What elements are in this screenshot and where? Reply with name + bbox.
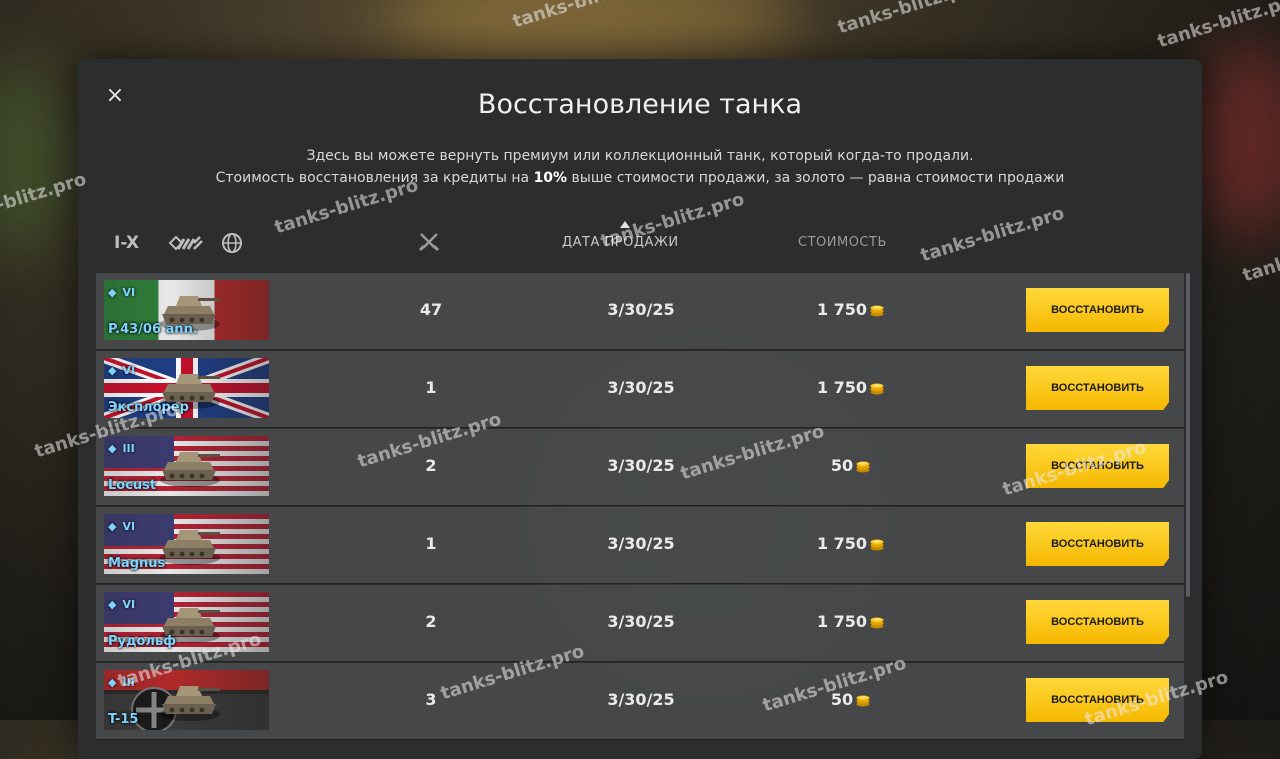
- restore-price: 1 750: [786, 378, 916, 397]
- tank-row[interactable]: ◆ VI P.43/06 ann. 47 3/30/25 1 750 ВОССТА…: [96, 273, 1184, 350]
- tank-thumbnail: ◆ VI Magnus: [104, 514, 269, 574]
- battles-count: 2: [425, 456, 437, 475]
- restore-button[interactable]: ВОССТАНОВИТЬ: [1026, 678, 1169, 722]
- restore-button[interactable]: ВОССТАНОВИТЬ: [1026, 444, 1169, 488]
- tank-name: Magnus: [108, 556, 166, 571]
- sort-up-icon[interactable]: [620, 220, 630, 228]
- dialog-title: Восстановление танка: [477, 89, 803, 120]
- tank-row[interactable]: ◆ III T-15 3 3/30/25 50 ВОССТАНОВИТЬ: [96, 663, 1184, 740]
- premium-icon: ◆: [108, 286, 117, 299]
- gold-coins-icon: [870, 539, 884, 551]
- gold-coins-icon: [856, 695, 870, 707]
- gold-coins-icon: [870, 383, 884, 395]
- percent-highlight: 10%: [533, 170, 568, 186]
- restore-button[interactable]: ВОССТАНОВИТЬ: [1026, 288, 1169, 332]
- sale-date: 3/30/25: [607, 612, 675, 631]
- restore-button[interactable]: ВОССТАНОВИТЬ: [1026, 522, 1169, 566]
- gold-coins-icon: [856, 461, 870, 473]
- tank-thumbnail: ◆ VI Рудольф: [104, 592, 269, 652]
- restore-price: 1 750: [786, 534, 916, 553]
- premium-icon: ◆: [108, 442, 117, 455]
- restore-button[interactable]: ВОССТАНОВИТЬ: [1026, 366, 1169, 410]
- watermark: tanks-blitz.pro: [835, 0, 984, 39]
- tank-row[interactable]: ◆ VI Эксплорер 1 3/30/25 1 750 ВОССТАНОВИ…: [96, 351, 1184, 428]
- gold-coins-icon: [870, 305, 884, 317]
- tier-badge: ◆ VI: [108, 286, 136, 299]
- premium-icon: ◆: [108, 598, 117, 611]
- sale-date: 3/30/25: [607, 456, 675, 475]
- tank-row[interactable]: ◆ VI Magnus 1 3/30/25 1 750 ВОССТАНОВИТЬ: [96, 507, 1184, 584]
- tank-icon: [160, 686, 220, 721]
- tank-name: P.43/06 ann.: [108, 322, 198, 337]
- sale-date: 3/30/25: [607, 534, 675, 553]
- restore-price: 1 750: [786, 612, 916, 631]
- tier-filter[interactable]: I-X: [114, 233, 154, 253]
- restore-price: 50: [786, 690, 916, 709]
- column-header-date[interactable]: ДАТА ПРОДАЖИ: [562, 235, 679, 250]
- gold-coins-icon: [870, 617, 884, 629]
- battles-count: 47: [419, 300, 443, 319]
- battles-count: 1: [425, 378, 437, 397]
- tank-thumbnail: ◆ III T-15: [104, 670, 269, 730]
- column-header-price[interactable]: СТОИМОСТЬ: [798, 235, 887, 250]
- tier-badge: ◆ III: [108, 442, 135, 455]
- description-line-1: Здесь вы можете вернуть премиум или колл…: [306, 148, 974, 164]
- battles-count: 2: [425, 612, 437, 631]
- restore-price: 1 750: [786, 300, 916, 319]
- description-line-2: Стоимость восстановления за кредиты на 1…: [215, 170, 1065, 186]
- premium-icon: ◆: [108, 520, 117, 533]
- tank-thumbnail: ◆ VI P.43/06 ann.: [104, 280, 269, 340]
- tier-badge: ◆ VI: [108, 520, 136, 533]
- restore-tank-dialog: × Восстановление танка Здесь вы можете в…: [78, 59, 1202, 759]
- filter-bar: I-X: [114, 231, 244, 255]
- tank-icon: [160, 452, 220, 487]
- tier-badge: ◆ III: [108, 676, 135, 689]
- battles-count: 1: [425, 534, 437, 553]
- globe-icon[interactable]: [220, 231, 244, 255]
- tank-name: Эксплорер: [108, 400, 189, 415]
- tier-badge: ◆ VI: [108, 598, 136, 611]
- battles-count: 3: [425, 690, 437, 709]
- premium-icon: ◆: [108, 364, 117, 377]
- premium-icon: ◆: [108, 676, 117, 689]
- restore-button[interactable]: ВОССТАНОВИТЬ: [1026, 600, 1169, 644]
- tank-list: ◆ VI P.43/06 ann. 47 3/30/25 1 750 ВОССТА…: [96, 273, 1184, 741]
- sale-date: 3/30/25: [607, 690, 675, 709]
- dialog-description: Здесь вы можете вернуть премиум или колл…: [78, 145, 1202, 189]
- tank-thumbnail: ◆ VI Эксплорер: [104, 358, 269, 418]
- tank-row[interactable]: ◆ III Locust 2 3/30/25 50 ВОССТАНОВИТЬ: [96, 429, 1184, 506]
- tank-name: Locust: [108, 478, 157, 493]
- background-blob: [1190, 40, 1280, 240]
- tier-badge: ◆ VI: [108, 364, 136, 377]
- sale-date: 3/30/25: [607, 300, 675, 319]
- sale-date: 3/30/25: [607, 378, 675, 397]
- tank-thumbnail: ◆ III Locust: [104, 436, 269, 496]
- background-blob: [0, 60, 70, 260]
- tank-class-icon[interactable]: [168, 233, 204, 253]
- scrollbar[interactable]: [1186, 273, 1190, 597]
- tank-row[interactable]: ◆ VI Рудольф 2 3/30/25 1 750 ВОССТАНОВИТЬ: [96, 585, 1184, 662]
- tank-name: Рудольф: [108, 634, 177, 649]
- crossed-swords-icon[interactable]: [418, 231, 440, 253]
- restore-price: 50: [786, 456, 916, 475]
